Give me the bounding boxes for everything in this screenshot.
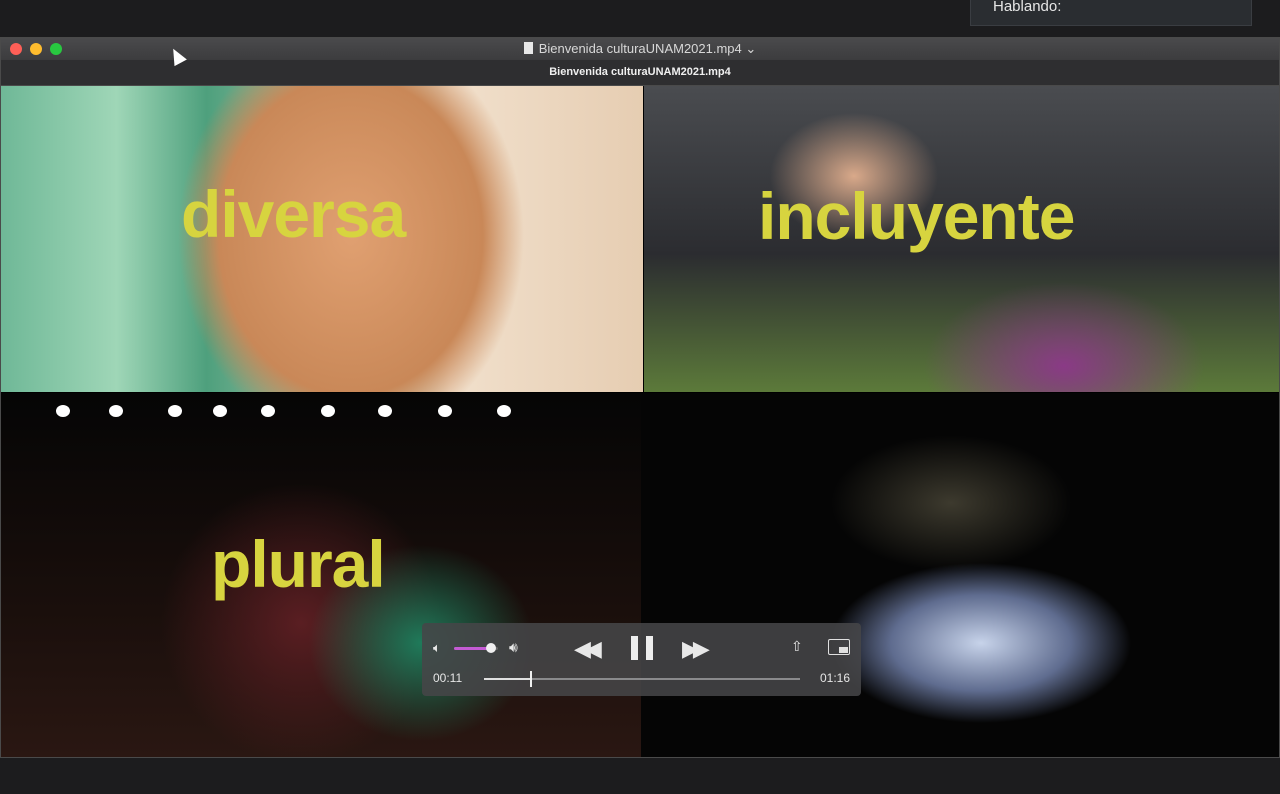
video-frame[interactable]: diversa incluyente plural 🔈︎ 🔊︎ ◀◀ ▶▶ ⇧ … bbox=[1, 86, 1279, 757]
speaking-label: Hablando: bbox=[993, 0, 1062, 15]
progress-scrubber[interactable] bbox=[484, 671, 800, 687]
video-title: Bienvenida culturaUNAM2021.mp4 bbox=[549, 66, 731, 78]
fast-forward-icon[interactable]: ▶▶ bbox=[682, 636, 710, 662]
speaking-indicator-panel: Hablando: bbox=[970, 0, 1252, 26]
progress-fill bbox=[484, 678, 530, 680]
share-icon[interactable]: ⇧ bbox=[791, 638, 803, 655]
window-title-text: Bienvenida culturaUNAM2021.mp4 bbox=[538, 41, 742, 56]
video-quadrant-theater-stage bbox=[641, 393, 1279, 757]
speaker-high-icon[interactable]: 🔊︎ bbox=[509, 639, 518, 656]
pause-icon[interactable] bbox=[631, 636, 653, 660]
volume-slider[interactable] bbox=[454, 643, 498, 653]
overlay-word-diversa: diversa bbox=[181, 177, 406, 251]
picture-in-picture-icon[interactable] bbox=[828, 639, 850, 655]
volume-slider-knob[interactable] bbox=[486, 643, 497, 653]
window-titlebar[interactable]: Bienvenida culturaUNAM2021.mp4 ⌄ bbox=[1, 38, 1279, 60]
playhead[interactable] bbox=[529, 671, 532, 687]
rewind-icon[interactable]: ◀◀ bbox=[574, 636, 602, 662]
video-title-bar: Bienvenida culturaUNAM2021.mp4 bbox=[1, 60, 1279, 86]
chevron-down-icon[interactable]: ⌄ bbox=[745, 41, 756, 56]
speaker-low-icon[interactable]: 🔈︎ bbox=[433, 640, 441, 656]
overlay-word-incluyente: incluyente bbox=[758, 179, 1075, 253]
playback-controls: 🔈︎ 🔊︎ ◀◀ ▶▶ ⇧ 00:11 01:16 bbox=[422, 623, 861, 696]
window-title[interactable]: Bienvenida culturaUNAM2021.mp4 ⌄ bbox=[1, 41, 1279, 57]
quicktime-player-window: Bienvenida culturaUNAM2021.mp4 ⌄ Bienven… bbox=[0, 37, 1280, 758]
document-icon bbox=[523, 42, 533, 54]
duration: 01:16 bbox=[819, 671, 850, 685]
current-time: 00:11 bbox=[433, 671, 463, 685]
overlay-word-plural: plural bbox=[211, 527, 386, 601]
